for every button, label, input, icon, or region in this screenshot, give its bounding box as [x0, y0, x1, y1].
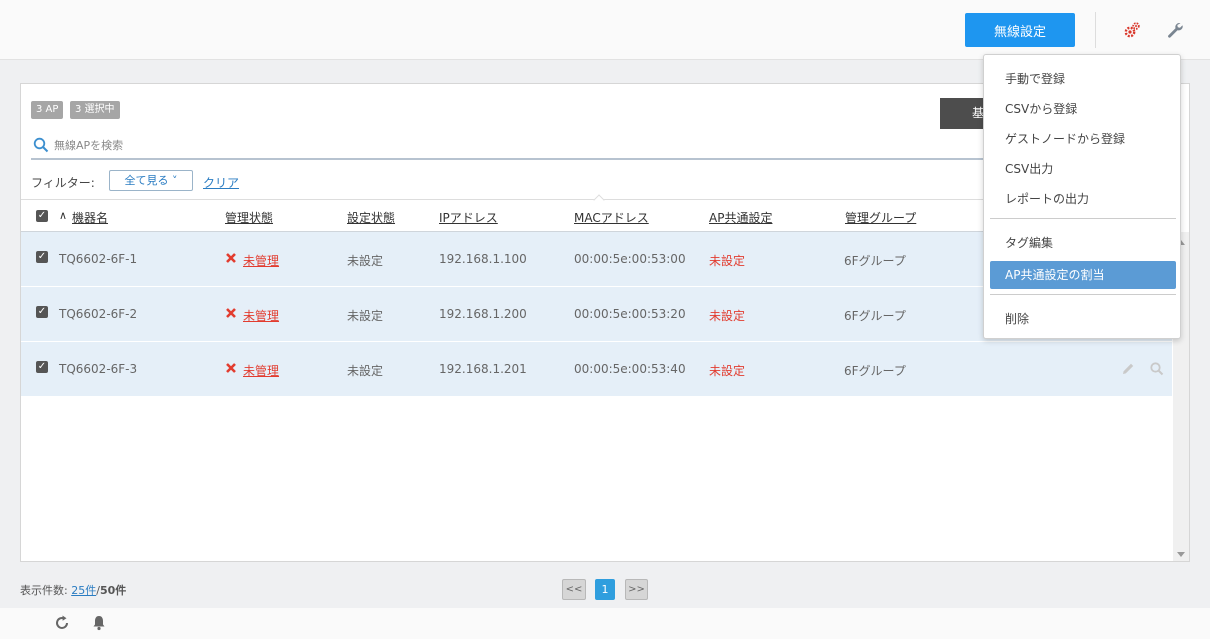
filter-label: フィルター:	[31, 176, 95, 190]
filter-select[interactable]: 全て見る ˅	[109, 170, 193, 191]
menu-item-csv-export[interactable]: CSV出力	[990, 155, 1176, 183]
column-header-mac-address[interactable]: MACアドレス	[574, 209, 649, 226]
pager-prev-button[interactable]: <<	[562, 579, 586, 600]
sort-asc-icon: ∧	[59, 209, 68, 222]
table-row[interactable]: ✓ TQ6602-6F-3 未管理 未設定 192.168.1.201 00:0…	[21, 342, 1172, 397]
search-input[interactable]	[54, 136, 554, 154]
select-all-checkbox[interactable]: ✓	[36, 210, 48, 222]
menu-item-guest-node-register[interactable]: ゲストノードから登録	[990, 125, 1176, 153]
management-group: 6Fグループ	[844, 254, 906, 268]
row-checkbox[interactable]: ✓	[36, 361, 48, 373]
notification-bell-icon[interactable]	[90, 614, 108, 632]
config-status: 未設定	[347, 309, 384, 323]
menu-item-manual-register[interactable]: 手動で登録	[990, 65, 1176, 93]
menu-divider	[990, 218, 1176, 219]
management-group: 6Fグループ	[844, 309, 906, 323]
filter-clear-link[interactable]: クリア	[203, 174, 239, 191]
top-bar: 無線設定	[0, 0, 1210, 60]
menu-item-csv-register[interactable]: CSVから登録	[990, 95, 1176, 123]
ap-common-setting: 未設定	[709, 309, 746, 323]
unmanaged-x-icon	[226, 253, 236, 263]
management-status-link[interactable]: 未管理	[243, 307, 279, 324]
device-name: TQ6602-6F-1	[59, 252, 138, 266]
topbar-divider	[1095, 12, 1096, 48]
menu-item-tag-edit[interactable]: タグ編集	[990, 229, 1176, 257]
mac-address: 00:00:5e:00:53:00	[574, 252, 686, 266]
pager-next-button[interactable]: >>	[625, 579, 648, 600]
column-header-management-status[interactable]: 管理状態	[225, 209, 273, 226]
device-name: TQ6602-6F-2	[59, 307, 138, 321]
ip-address: 192.168.1.100	[439, 252, 527, 266]
column-header-config-status[interactable]: 設定状態	[347, 209, 395, 226]
selected-count-badge: 3 選択中	[70, 101, 120, 119]
column-header-device-name[interactable]: 機器名	[72, 209, 108, 226]
row-search-icon[interactable]	[1149, 361, 1165, 377]
wrench-icon[interactable]	[1165, 20, 1185, 40]
management-status-link[interactable]: 未管理	[243, 362, 279, 379]
mac-address: 00:00:5e:00:53:40	[574, 362, 686, 376]
row-checkbox[interactable]: ✓	[36, 306, 48, 318]
management-group: 6Fグループ	[844, 364, 906, 378]
menu-item-delete[interactable]: 削除	[990, 305, 1176, 333]
total-count: 50件	[99, 584, 127, 597]
ap-common-setting: 未設定	[709, 364, 746, 378]
unmanaged-x-icon	[226, 308, 236, 318]
unmanaged-x-icon	[226, 363, 236, 373]
wireless-settings-button[interactable]: 無線設定	[965, 13, 1075, 47]
menu-item-report-export[interactable]: レポートの出力	[990, 185, 1176, 213]
header-caret	[593, 194, 605, 206]
row-checkbox[interactable]: ✓	[36, 251, 48, 263]
ap-common-setting: 未設定	[709, 254, 746, 268]
column-header-management-group[interactable]: 管理グループ	[845, 209, 916, 226]
per-page-link[interactable]: 25件	[71, 584, 96, 597]
device-name: TQ6602-6F-3	[59, 362, 138, 376]
registration-dropdown-menu: 手動で登録 CSVから登録 ゲストノードから登録 CSV出力 レポートの出力 タ…	[983, 54, 1181, 339]
config-status: 未設定	[347, 364, 384, 378]
display-count: 表示件数: 25件/50件	[20, 582, 126, 598]
mac-address: 00:00:5e:00:53:20	[574, 307, 686, 321]
refresh-icon[interactable]	[53, 614, 71, 632]
column-header-ip-address[interactable]: IPアドレス	[439, 209, 498, 226]
menu-item-assign-ap-common-setting[interactable]: AP共通設定の割当	[990, 261, 1176, 289]
config-status: 未設定	[347, 254, 384, 268]
menu-divider	[990, 294, 1176, 295]
ip-address: 192.168.1.201	[439, 362, 527, 376]
bottom-bar	[0, 608, 1210, 639]
ap-count-badge: 3 AP	[31, 101, 64, 119]
pager-current-page[interactable]: 1	[595, 579, 615, 600]
gears-icon[interactable]	[1122, 20, 1142, 40]
search-icon	[33, 137, 49, 153]
edit-pencil-icon[interactable]	[1120, 361, 1136, 377]
management-status-link[interactable]: 未管理	[243, 252, 279, 269]
column-header-ap-common-setting[interactable]: AP共通設定	[709, 209, 772, 226]
scroll-down-arrow-icon[interactable]	[1177, 552, 1185, 557]
ip-address: 192.168.1.200	[439, 307, 527, 321]
display-count-label: 表示件数:	[20, 584, 68, 597]
